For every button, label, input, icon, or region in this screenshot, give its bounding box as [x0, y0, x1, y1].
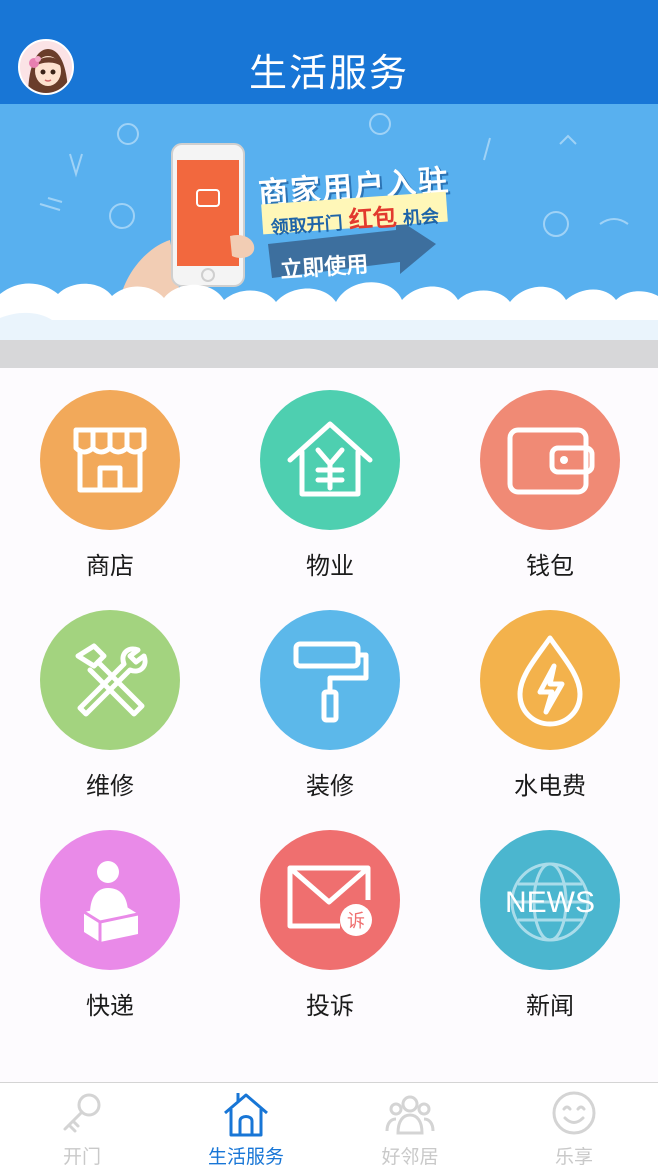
- service-news[interactable]: NEWS 新闻: [440, 808, 658, 1028]
- service-label: 快递: [86, 992, 134, 1020]
- service-label: 新闻: [526, 992, 574, 1020]
- home-icon: [224, 1093, 268, 1137]
- service-property[interactable]: 物业: [220, 368, 440, 588]
- tab-life-services[interactable]: 生活服务: [164, 1083, 328, 1170]
- decoration-icon-circle: [260, 610, 400, 750]
- service-wallet[interactable]: 钱包: [440, 368, 658, 588]
- service-utilities[interactable]: 水电费: [440, 588, 658, 808]
- service-label: 维修: [86, 772, 134, 800]
- tab-label: 好邻居: [381, 1146, 439, 1168]
- service-label: 水电费: [514, 772, 586, 800]
- paint-roller-icon: [293, 641, 369, 723]
- news-globe-icon: NEWS: [505, 862, 595, 942]
- tab-label: 乐享: [554, 1146, 593, 1168]
- promo-banner[interactable]: 商家用户入驻 领取开门 红包 机会 立即使用: [0, 104, 658, 340]
- service-courier[interactable]: 快递: [0, 808, 220, 1028]
- section-divider: [0, 340, 658, 368]
- smiley-icon: [552, 1091, 596, 1135]
- bottom-tab-bar: 开门 生活服务 好邻居 乐享: [0, 1082, 658, 1170]
- neighbors-icon: [385, 1095, 435, 1135]
- tab-label: 开门: [62, 1146, 101, 1168]
- wallet-icon: [507, 427, 595, 495]
- top-navigation-bar: 生活服务: [0, 0, 658, 104]
- service-store[interactable]: 商店: [0, 368, 220, 588]
- service-repair[interactable]: 维修: [0, 588, 220, 808]
- tab-neighbors[interactable]: 好邻居: [328, 1083, 492, 1170]
- page-title: 生活服务: [248, 51, 409, 95]
- tab-label: 生活服务: [207, 1146, 284, 1168]
- utilities-icon-circle: [480, 610, 620, 750]
- wallet-icon-circle: [480, 390, 620, 530]
- service-grid: 商店 物业 钱包 维修 装修 水电费 快递 诉 投诉 NEWS 新闻: [0, 368, 658, 1080]
- key-icon: [63, 1093, 101, 1133]
- courier-package-icon: [83, 861, 139, 942]
- banner-subline-suffix: 机会: [402, 206, 440, 230]
- banner-subline-highlight: 红包: [347, 203, 398, 235]
- news-icon-circle: NEWS: [480, 830, 620, 970]
- service-complaint[interactable]: 诉 投诉: [220, 808, 440, 1028]
- repair-tools-icon: [75, 643, 148, 717]
- service-label: 投诉: [306, 992, 354, 1020]
- complaint-icon-circle: 诉: [260, 830, 400, 970]
- svg-text:诉: 诉: [347, 911, 365, 932]
- tab-enjoy[interactable]: 乐享: [492, 1083, 656, 1170]
- repair-icon-circle: [40, 610, 180, 750]
- tab-open-door[interactable]: 开门: [0, 1083, 164, 1170]
- complaint-mail-icon: 诉: [287, 865, 372, 936]
- service-decoration[interactable]: 装修: [220, 588, 440, 808]
- service-label: 装修: [306, 772, 354, 800]
- service-label: 物业: [306, 552, 354, 580]
- courier-icon-circle: [40, 830, 180, 970]
- service-label: 商店: [86, 552, 134, 580]
- service-label: 钱包: [526, 552, 574, 580]
- utility-drop-icon: [517, 635, 583, 727]
- store-icon: [73, 427, 147, 493]
- property-icon-circle: [260, 390, 400, 530]
- store-icon-circle: [40, 390, 180, 530]
- svg-text:NEWS: NEWS: [505, 886, 595, 919]
- property-house-icon: [287, 421, 373, 497]
